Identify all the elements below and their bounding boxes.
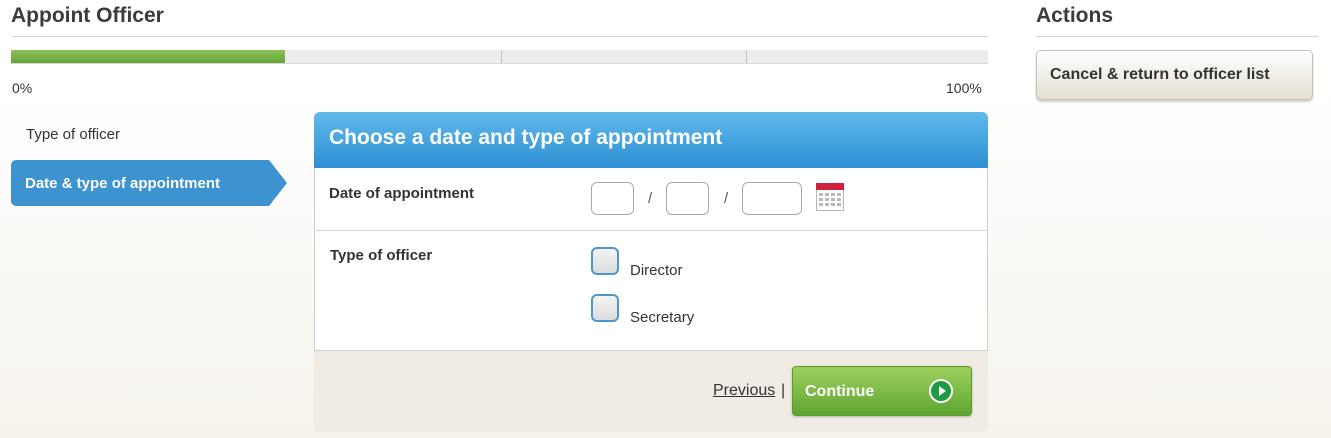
cancel-button[interactable]: Cancel & return to officer list [1036,50,1313,100]
form-row-divider [315,230,987,231]
step-type-of-officer[interactable]: Type of officer [26,126,120,143]
date-separator: / [724,190,729,207]
continue-label: Continue [805,383,875,400]
progress-fill [11,50,285,63]
progress-tick [501,50,502,63]
actions-divider [1036,36,1318,37]
progress-tick [746,50,747,63]
form-header: Choose a date and type of appointment [314,112,988,168]
progress-end-label: 100% [946,80,982,96]
secretary-checkbox[interactable] [591,294,619,322]
arrow-right-circle-icon [929,379,953,403]
page-title: Appoint Officer [11,4,164,27]
date-of-appointment-label: Date of appointment [329,185,474,202]
date-separator: / [648,190,653,207]
director-option-label: Director [630,262,683,279]
appointment-form-panel: Choose a date and type of appointment Da… [314,112,988,432]
title-divider [11,36,988,37]
type-of-officer-label: Type of officer [330,247,433,264]
link-separator: | [781,382,786,399]
director-checkbox[interactable] [591,247,619,275]
calendar-icon[interactable] [816,183,844,211]
month-input[interactable] [666,182,709,215]
form-body: Date of appointment / / Type of officer … [314,168,988,351]
day-input[interactable] [591,182,634,215]
previous-link[interactable]: Previous [713,382,775,400]
year-input[interactable] [742,182,802,215]
actions-title: Actions [1036,4,1114,27]
progress-bar [11,50,988,64]
secretary-option-label: Secretary [630,309,695,326]
progress-start-label: 0% [12,80,33,96]
step-date-and-type[interactable]: Date & type of appointment [11,160,287,206]
continue-button[interactable]: Continue [792,366,972,416]
